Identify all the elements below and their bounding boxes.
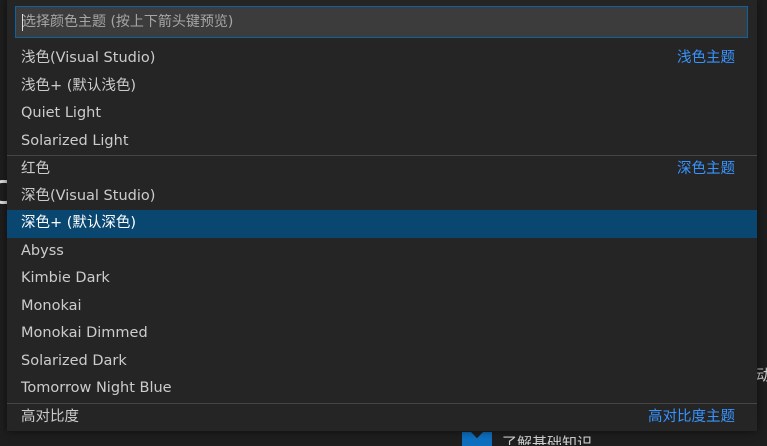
theme-group-label: 深色主题 — [677, 161, 735, 177]
theme-list-item[interactable]: 深色+ (默认深色) — [7, 210, 757, 238]
theme-item-label: Tomorrow Night Blue — [21, 380, 172, 396]
theme-item-label: 高对比度 — [21, 408, 79, 425]
background-walkthrough-link: 了解基础知识 — [502, 434, 593, 445]
theme-search-input[interactable] — [16, 7, 747, 37]
theme-item-label: Abyss — [21, 242, 64, 259]
theme-item-label: Kimbie Dark — [21, 270, 110, 286]
theme-list-item[interactable]: Monokai Dimmed — [7, 320, 757, 348]
theme-group-label: 浅色主题 — [677, 50, 735, 66]
theme-list-item[interactable]: Kimbie Dark — [7, 265, 757, 293]
theme-list-item[interactable]: 高对比度 高对比度主题 — [7, 402, 757, 431]
theme-list-item[interactable]: Abyss — [7, 238, 757, 266]
theme-list-item[interactable]: 浅色(Visual Studio) 浅色主题 — [7, 45, 757, 73]
theme-item-label: Monokai — [21, 297, 82, 314]
theme-item-label: Quiet Light — [21, 105, 102, 121]
vscode-logo-icon — [462, 432, 492, 446]
theme-list-item[interactable]: Solarized Dark — [7, 348, 757, 376]
theme-item-label: 深色(Visual Studio) — [21, 187, 156, 204]
theme-item-label: 浅色+ (默认浅色) — [21, 77, 137, 94]
theme-item-label: 红色 — [21, 161, 50, 177]
text-caret — [22, 14, 23, 31]
theme-list-item[interactable]: 深色(Visual Studio) — [7, 183, 757, 211]
theme-list-item[interactable]: Tomorrow Night Blue — [7, 375, 757, 403]
theme-list: 浅色(Visual Studio) 浅色主题浅色+ (默认浅色) Quiet Lig… — [7, 45, 757, 430]
color-theme-quick-pick: 浅色(Visual Studio) 浅色主题浅色+ (默认浅色) Quiet Lig… — [7, 0, 757, 431]
theme-item-label: Solarized Light — [21, 132, 129, 149]
theme-item-label: Monokai Dimmed — [21, 325, 148, 341]
theme-item-label: Solarized Dark — [21, 352, 127, 369]
theme-list-item[interactable]: 浅色+ (默认浅色) — [7, 73, 757, 101]
theme-list-item[interactable]: 红色 深色主题 — [7, 155, 757, 183]
background-text-fragment: 动 — [756, 366, 767, 384]
quick-pick-input-box[interactable] — [15, 6, 748, 38]
theme-item-label: 浅色(Visual Studio) — [21, 50, 156, 66]
theme-list-item[interactable]: Quiet Light — [7, 100, 757, 128]
theme-item-label: 深色+ (默认深色) — [21, 215, 137, 231]
theme-group-label: 高对比度主题 — [648, 408, 735, 425]
theme-list-item[interactable]: Solarized Light — [7, 128, 757, 156]
theme-list-item[interactable]: Monokai — [7, 293, 757, 321]
